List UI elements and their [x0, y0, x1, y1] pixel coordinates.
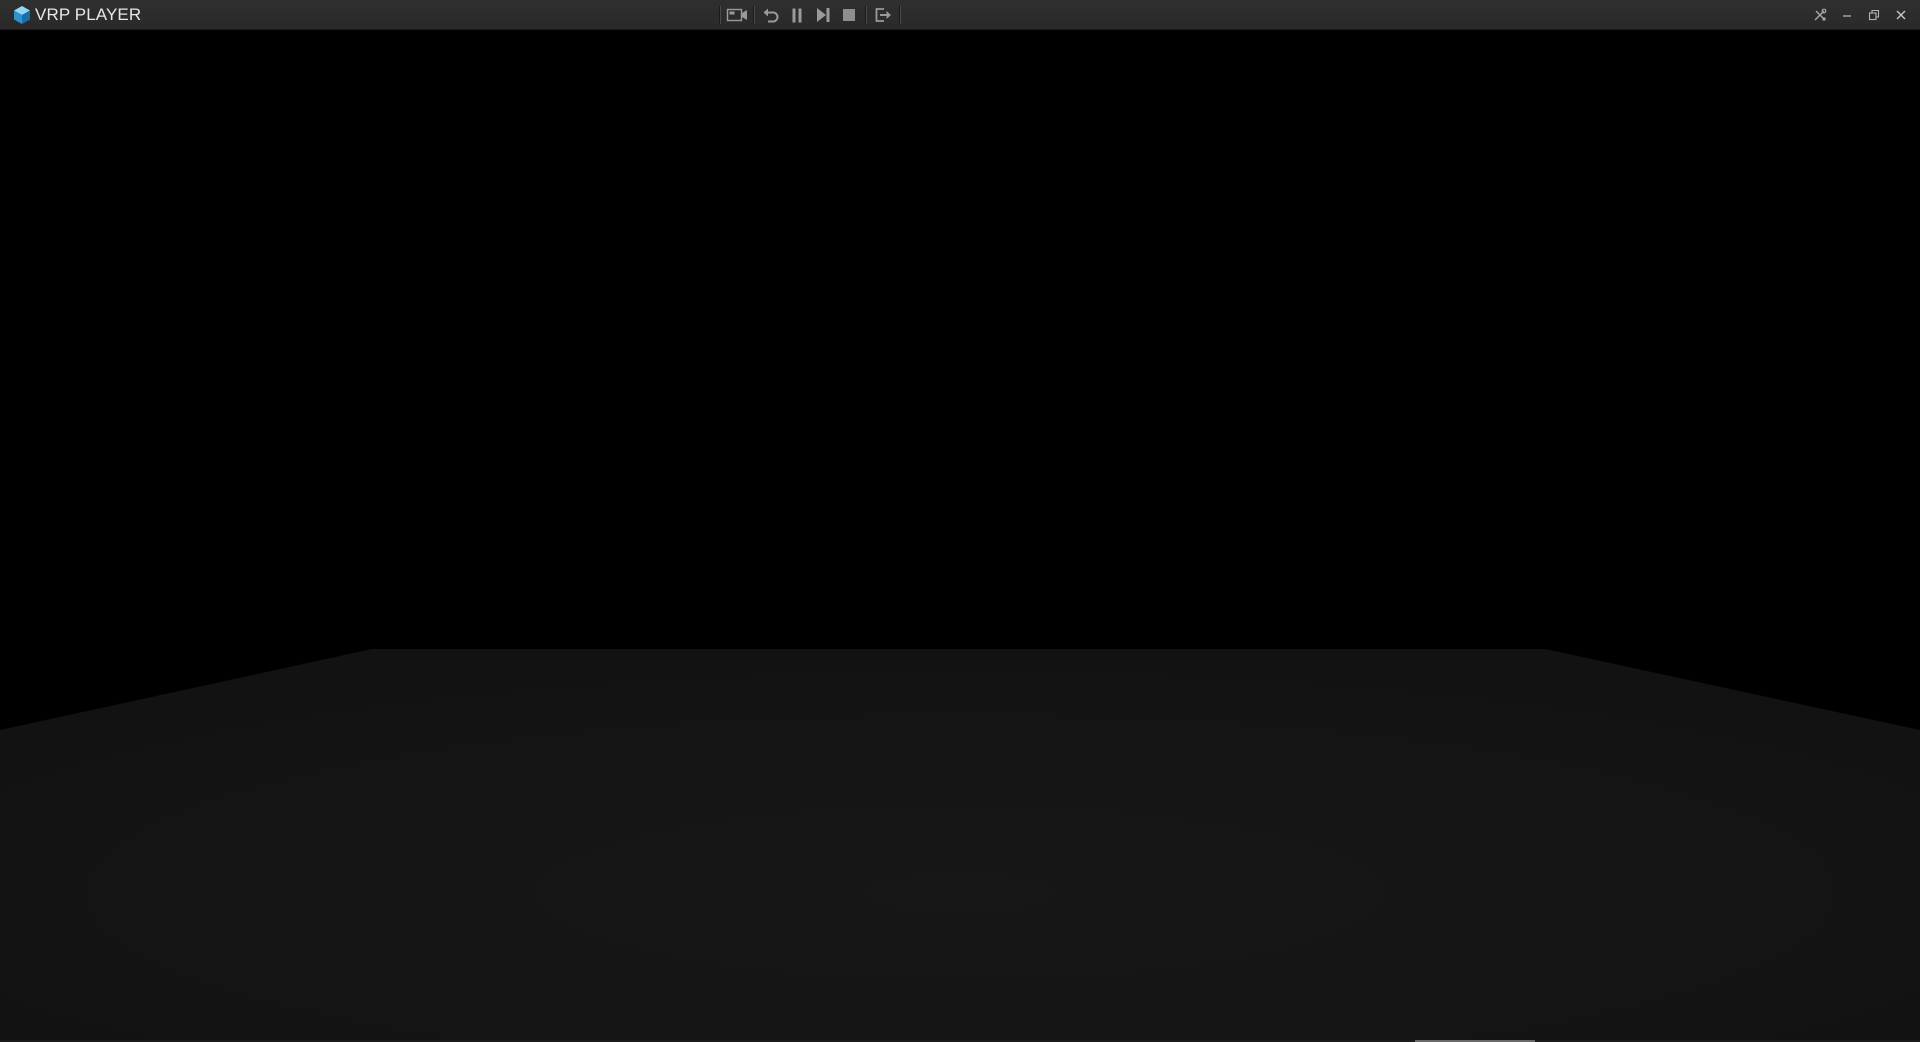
pause-button[interactable] [784, 3, 810, 27]
3d-viewport[interactable] [0, 30, 1920, 1042]
minimize-button[interactable] [1833, 4, 1860, 26]
exit-button[interactable] [870, 3, 896, 27]
playback-toolbar [716, 3, 904, 27]
floor-plane [0, 649, 1920, 1042]
toolbar-divider [865, 6, 867, 24]
minimize-icon [1842, 15, 1851, 17]
scene-render [0, 30, 1920, 1042]
skip-forward-icon [817, 8, 830, 22]
step-forward-button[interactable] [810, 3, 836, 27]
restore-button[interactable] [1860, 4, 1887, 26]
undo-arrow-icon [763, 8, 779, 23]
toolbar-divider [899, 6, 901, 24]
stop-button[interactable] [836, 3, 862, 27]
cube-logo-icon [14, 6, 30, 24]
vrp-player-window: VRP PLAYER [0, 0, 1920, 1042]
replay-button[interactable] [758, 3, 784, 27]
title-bar[interactable]: VRP PLAYER [0, 0, 1920, 30]
close-icon [1896, 10, 1905, 20]
app-title: VRP PLAYER [35, 5, 142, 24]
settings-button[interactable] [1806, 4, 1833, 26]
video-camera-icon [726, 8, 747, 22]
close-button[interactable] [1887, 4, 1914, 26]
toolbar-divider [719, 6, 721, 24]
record-camera-button[interactable] [724, 3, 750, 27]
window-controls [1806, 4, 1914, 26]
app-brand: VRP PLAYER [12, 4, 141, 26]
toolbar-divider [753, 6, 755, 24]
stop-square-icon [843, 9, 855, 21]
restore-icon [1868, 9, 1879, 21]
pause-icon [792, 8, 802, 23]
tools-icon [1814, 8, 1826, 21]
exit-icon [875, 8, 891, 22]
